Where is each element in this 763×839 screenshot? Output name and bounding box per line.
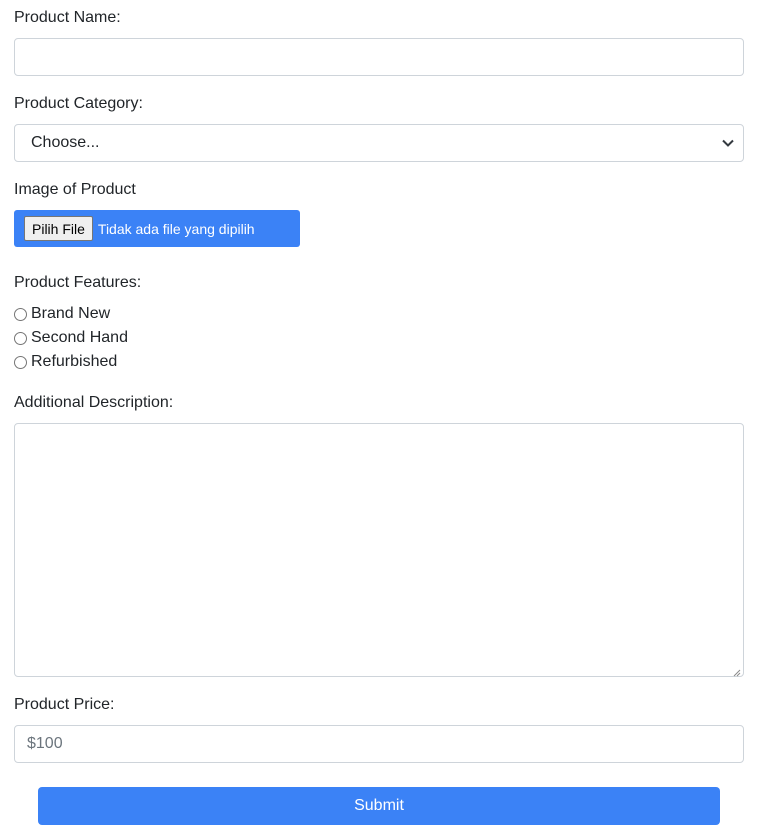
radio-label-refurbished: Refurbished bbox=[31, 353, 118, 370]
price-input[interactable]: $100 bbox=[14, 725, 744, 763]
price-label: Product Price: bbox=[14, 696, 115, 713]
feature-option-refurbished[interactable]: Refurbished bbox=[14, 352, 117, 372]
chevron-down-icon bbox=[721, 136, 735, 150]
radio-second-hand[interactable] bbox=[14, 331, 27, 345]
file-status-text: Tidak ada file yang dipilih bbox=[97, 220, 255, 237]
image-label: Image of Product bbox=[14, 181, 136, 198]
feature-option-second-hand[interactable]: Second Hand bbox=[14, 328, 128, 348]
product-category-selected: Choose... bbox=[31, 134, 100, 151]
radio-brand-new[interactable] bbox=[14, 307, 27, 321]
radio-label-brand-new: Brand New bbox=[31, 305, 111, 322]
radio-label-second-hand: Second Hand bbox=[31, 329, 128, 346]
product-name-label: Product Name: bbox=[14, 9, 121, 26]
image-file-input[interactable]: Pilih File Tidak ada file yang dipilih bbox=[14, 210, 300, 247]
submit-button[interactable]: Submit bbox=[38, 787, 720, 825]
product-features-label: Product Features: bbox=[14, 274, 142, 291]
product-category-label: Product Category: bbox=[14, 95, 143, 112]
product-name-input[interactable] bbox=[14, 38, 744, 76]
description-label: Additional Description: bbox=[14, 394, 174, 411]
radio-refurbished[interactable] bbox=[14, 355, 27, 369]
resize-grip-icon[interactable] bbox=[731, 664, 741, 677]
feature-option-brand-new[interactable]: Brand New bbox=[14, 304, 110, 324]
price-placeholder: $100 bbox=[27, 735, 63, 752]
choose-file-button[interactable]: Pilih File bbox=[24, 216, 93, 241]
description-textarea[interactable] bbox=[14, 423, 744, 677]
product-category-select[interactable]: Choose... bbox=[14, 124, 744, 162]
